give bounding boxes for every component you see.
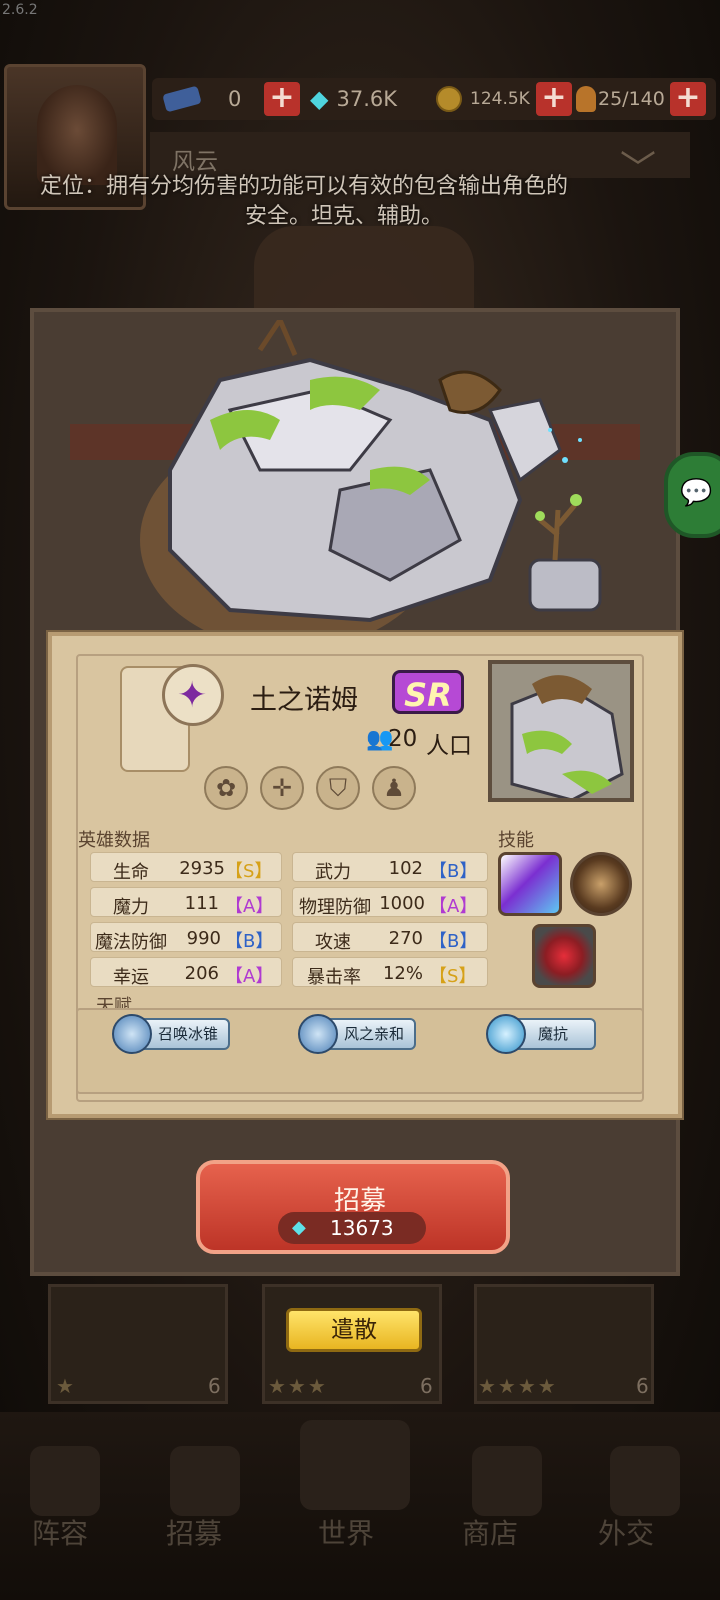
stat-force: 武力 102 【B】	[292, 852, 488, 883]
gold-coin-icon	[436, 86, 462, 112]
nav-recruit[interactable]: 招募	[166, 1512, 222, 1552]
add-gold-button[interactable]: +	[536, 82, 572, 116]
shop-crate-icon	[472, 1446, 542, 1516]
talent-magic-resist[interactable]: 魔抗	[486, 1014, 596, 1054]
ticket-icon	[162, 85, 202, 113]
resource-diamonds: ◆ 37.6K	[310, 85, 397, 113]
diplomacy-handshake-icon	[610, 1446, 680, 1516]
recruit-bell-icon	[170, 1446, 240, 1516]
golem-body-icon[interactable]: ♟	[372, 766, 416, 810]
recruit-cost: ◆ 13673	[278, 1212, 426, 1244]
avatar-portrait	[37, 85, 117, 185]
meat-icon	[576, 86, 596, 112]
stat-hp: 生命 2935 【S】	[90, 852, 282, 883]
dismiss-button[interactable]: 遣散	[286, 1308, 422, 1352]
chat-bubble-icon[interactable]: 💬	[664, 452, 720, 538]
ice-meteor-icon[interactable]	[498, 852, 562, 916]
stat-magic: 魔力 111 【A】	[90, 887, 282, 918]
population-unit: 人口	[426, 733, 472, 759]
earth-element-icon[interactable]: ✿	[204, 766, 248, 810]
hero-portrait	[488, 660, 634, 802]
hero-name: 土之诺姆	[250, 685, 358, 716]
stat-crit-rate: 暴击率 12% 【S】	[292, 957, 488, 988]
talent-wind-affinity[interactable]: 风之亲和	[298, 1014, 416, 1054]
hero-card-1-stars: ★	[56, 1374, 76, 1398]
resource-meat: 25/140	[576, 78, 665, 120]
stat-magic-defense: 魔法防御 990 【B】	[90, 922, 282, 953]
hero-card-3-stars: ★★★★	[478, 1374, 558, 1398]
nav-world[interactable]: 世界	[318, 1512, 374, 1552]
hero-card-3-cost: 6	[636, 1374, 649, 1398]
hero-card-2-cost: 6	[420, 1374, 433, 1398]
resource-tickets: 0	[162, 78, 241, 120]
magic-shield-icon	[486, 1014, 526, 1054]
rarity-badge: SR	[392, 670, 464, 714]
role-description: 定位：拥有分均伤害的功能可以有效的包含输出角色的 安全。坦克、辅助。	[40, 174, 569, 229]
treasure-chest-ornament	[254, 226, 474, 316]
heart-gear-icon[interactable]	[532, 924, 596, 988]
add-meat-button[interactable]: +	[670, 82, 706, 116]
hero-card-1-cost: 6	[208, 1374, 221, 1398]
ice-orb-icon	[112, 1014, 152, 1054]
stat-physical-defense: 物理防御 1000 【A】	[292, 887, 488, 918]
talent-summon-ice-cone[interactable]: 召唤冰锥	[112, 1014, 230, 1054]
resource-gold: 124.5K	[436, 78, 530, 120]
golem-artwork	[140, 320, 602, 640]
stat-attack-speed: 攻速 270 【B】	[292, 922, 488, 953]
nav-lineup[interactable]: 阵容	[32, 1512, 88, 1552]
world-castle-icon	[300, 1420, 410, 1510]
population-value: 20	[388, 726, 418, 752]
skills-title: 技能	[498, 830, 534, 851]
wind-orb-icon	[298, 1014, 338, 1054]
diamond-icon: ◆	[292, 1217, 306, 1238]
shield-icon[interactable]: ⛉	[316, 766, 360, 810]
portrait-golem-art	[492, 664, 630, 798]
stone-shield-icon[interactable]	[570, 852, 632, 916]
lineup-helmet-icon	[30, 1446, 100, 1516]
resource-bar: 0 + ◆ 37.6K 124.5K + 25/140 +	[152, 78, 716, 120]
crosshair-icon[interactable]: ✛	[260, 766, 304, 810]
diamond-icon: ◆	[310, 85, 329, 113]
hero-card-2-stars: ★★★	[268, 1374, 328, 1398]
nav-shop[interactable]: 商店	[462, 1512, 518, 1552]
nav-diplomacy[interactable]: 外交	[598, 1512, 654, 1552]
stat-luck: 幸运 206 【A】	[90, 957, 282, 988]
stats-title: 英雄数据	[78, 830, 150, 851]
add-tickets-button[interactable]: +	[264, 82, 300, 116]
version-label: 2.6.2	[2, 2, 38, 18]
purple-star-gem-icon: ✦	[162, 664, 224, 726]
